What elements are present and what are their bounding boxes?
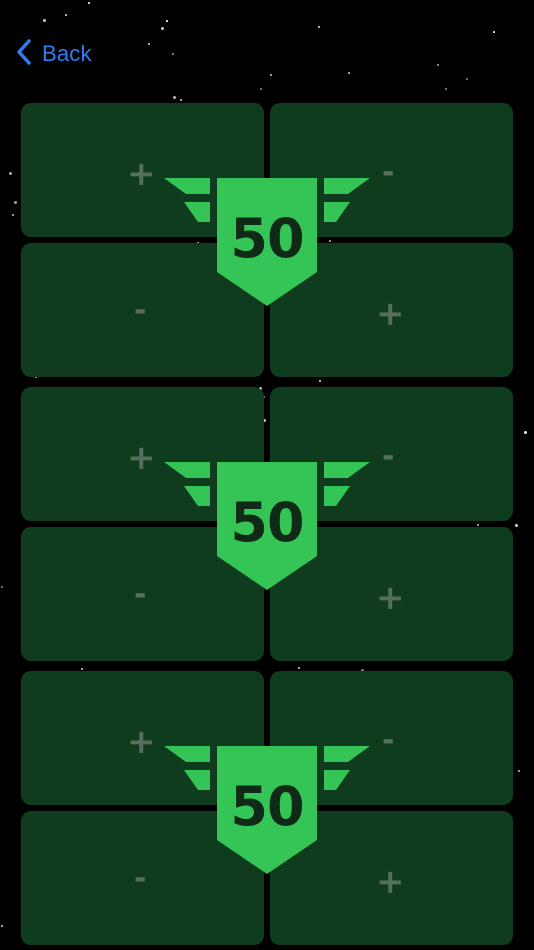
- score-badge: 50: [164, 746, 370, 876]
- star: [14, 201, 17, 204]
- star: [270, 74, 272, 76]
- score-badge: 50: [164, 178, 370, 308]
- minus-icon: -: [382, 723, 395, 758]
- minus-icon: -: [134, 577, 147, 612]
- star: [524, 431, 527, 434]
- star: [1, 925, 3, 927]
- score-badge: 50: [164, 462, 370, 592]
- star: [318, 26, 320, 28]
- counter-3: + - - + 50: [21, 671, 513, 945]
- plus-icon: +: [127, 722, 156, 762]
- minus-icon: -: [134, 293, 147, 328]
- chevron-left-icon: [16, 38, 32, 70]
- star: [81, 668, 83, 670]
- star: [445, 88, 447, 90]
- star: [437, 64, 439, 66]
- star: [515, 524, 518, 527]
- back-button[interactable]: Back: [16, 38, 92, 70]
- score-value: 50: [230, 775, 304, 838]
- star: [161, 27, 164, 30]
- plus-icon: +: [376, 862, 405, 902]
- star: [466, 78, 468, 80]
- star: [65, 14, 67, 16]
- star: [166, 20, 168, 22]
- score-value: 50: [230, 491, 304, 554]
- counter-2: + - - + 50: [21, 387, 513, 661]
- star: [493, 31, 495, 33]
- star: [88, 2, 90, 4]
- star: [260, 88, 262, 90]
- star: [298, 667, 300, 669]
- star: [319, 380, 321, 382]
- plus-icon: +: [127, 154, 156, 194]
- plus-icon: +: [127, 438, 156, 478]
- counter-1: + - - + 50: [21, 103, 513, 377]
- star: [12, 214, 14, 216]
- score-value: 50: [230, 207, 304, 270]
- star: [43, 19, 46, 22]
- star: [148, 43, 150, 45]
- star: [173, 96, 176, 99]
- minus-icon: -: [134, 861, 147, 896]
- plus-icon: +: [376, 578, 405, 618]
- star: [518, 770, 520, 772]
- star: [9, 172, 12, 175]
- star: [180, 99, 182, 101]
- star: [172, 53, 174, 55]
- back-label: Back: [42, 41, 92, 66]
- minus-icon: -: [382, 439, 395, 474]
- minus-icon: -: [382, 155, 395, 190]
- star: [1, 586, 3, 588]
- plus-icon: +: [376, 294, 405, 334]
- star: [348, 72, 350, 74]
